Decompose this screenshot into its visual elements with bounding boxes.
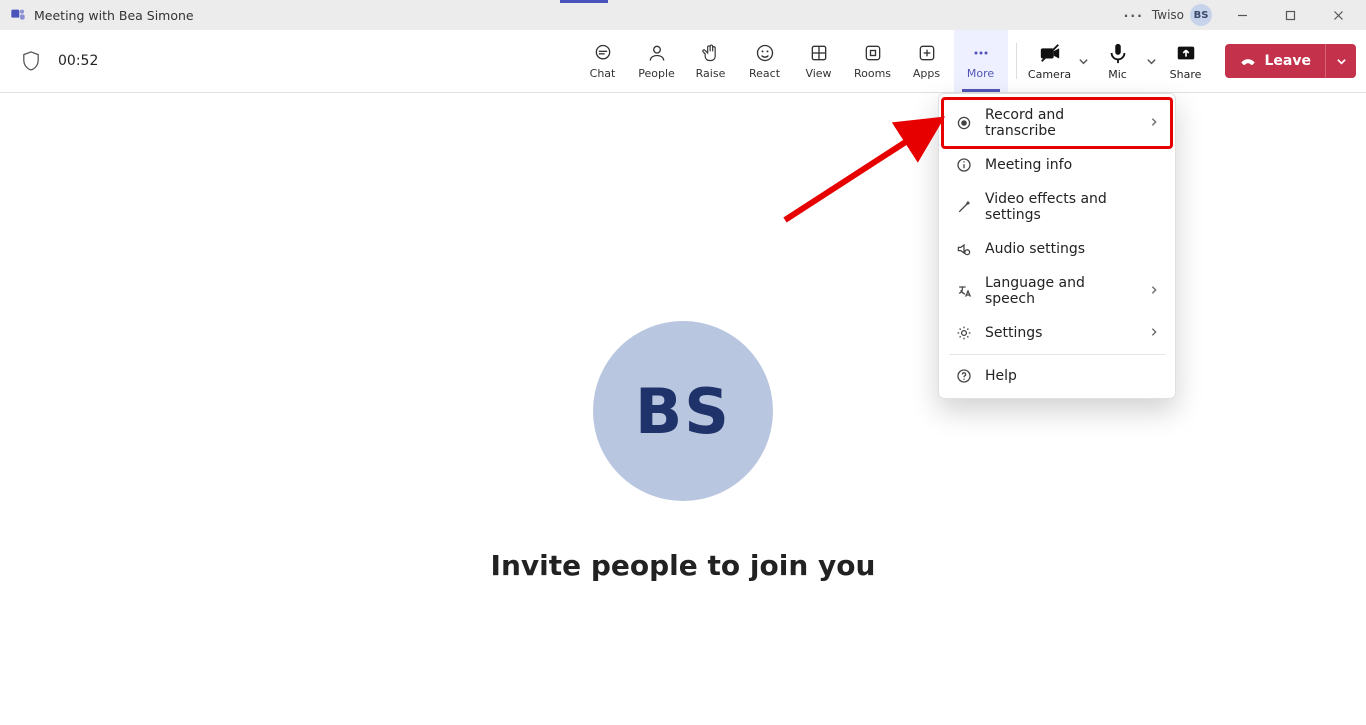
menu-video-effects[interactable]: Video effects and settings (943, 183, 1171, 231)
raise-button[interactable]: Raise (684, 30, 738, 92)
meeting-timer: 00:52 (58, 53, 98, 69)
submenu-chevron-icon (1149, 283, 1159, 299)
raise-label: Raise (696, 67, 726, 80)
chat-button[interactable]: Chat (576, 30, 630, 92)
info-icon (955, 156, 973, 174)
leave-label: Leave (1265, 53, 1311, 69)
menu-info-label: Meeting info (985, 157, 1072, 173)
window-maximize-button[interactable] (1268, 0, 1312, 30)
teams-logo-icon (10, 7, 26, 23)
participant-avatar: BS (593, 321, 773, 501)
invite-caption: Invite people to join you (491, 549, 876, 582)
leave-group: Leave (1225, 44, 1356, 78)
toolbar-divider (1016, 43, 1017, 79)
rooms-button[interactable]: Rooms (846, 30, 900, 92)
more-button[interactable]: More (954, 30, 1008, 92)
shield-icon[interactable] (22, 51, 40, 71)
menu-meeting-info[interactable]: Meeting info (943, 148, 1171, 182)
meeting-title: Meeting with Bea Simone (34, 8, 194, 23)
menu-record-transcribe[interactable]: Record and transcribe (943, 99, 1171, 147)
gear-icon (955, 324, 973, 342)
submenu-chevron-icon (1149, 115, 1159, 131)
apps-label: Apps (913, 67, 940, 80)
share-label: Share (1170, 68, 1202, 81)
chat-label: Chat (590, 67, 616, 80)
menu-settings-label: Settings (985, 325, 1042, 341)
record-icon (955, 114, 973, 132)
window-titlebar: Meeting with Bea Simone ··· Twiso BS (0, 0, 1366, 30)
meeting-toolbar: 00:52 Chat People Raise React View Rooms (0, 30, 1366, 93)
hangup-icon (1239, 52, 1257, 70)
leave-chevron[interactable] (1325, 44, 1356, 78)
more-title-icon[interactable]: ··· (1124, 8, 1144, 23)
camera-chevron[interactable] (1075, 30, 1093, 92)
people-label: People (638, 67, 675, 80)
window-minimize-button[interactable] (1220, 0, 1264, 30)
menu-help-label: Help (985, 368, 1017, 384)
menu-video-label: Video effects and settings (985, 191, 1159, 223)
accent-bar (560, 0, 608, 3)
menu-language-speech[interactable]: Language and speech (943, 267, 1171, 315)
menu-audio-settings[interactable]: Audio settings (943, 232, 1171, 266)
annotation-arrow (780, 115, 950, 225)
more-label: More (967, 67, 994, 80)
toolbar-actions: Chat People Raise React View Rooms Apps (576, 30, 1008, 92)
account-name: Twiso (1152, 8, 1184, 22)
leave-button[interactable]: Leave (1225, 44, 1325, 78)
view-label: View (805, 67, 831, 80)
rooms-label: Rooms (854, 67, 891, 80)
react-button[interactable]: React (738, 30, 792, 92)
account-avatar: BS (1190, 4, 1212, 26)
menu-divider (949, 354, 1165, 355)
camera-label: Camera (1028, 68, 1071, 81)
submenu-chevron-icon (1149, 325, 1159, 341)
people-button[interactable]: People (630, 30, 684, 92)
menu-record-label: Record and transcribe (985, 107, 1137, 139)
apps-button[interactable]: Apps (900, 30, 954, 92)
media-controls: Camera Mic Share (1025, 30, 1211, 92)
mic-chevron[interactable] (1143, 30, 1161, 92)
menu-help[interactable]: Help (943, 359, 1171, 393)
more-dropdown: Record and transcribe Meeting info Video… (938, 93, 1176, 399)
speaker-settings-icon (955, 240, 973, 258)
share-button[interactable]: Share (1161, 30, 1211, 92)
wand-icon (955, 198, 973, 216)
mic-button[interactable]: Mic (1093, 30, 1143, 92)
menu-language-label: Language and speech (985, 275, 1137, 307)
meeting-stage: BS Invite people to join you Record and … (0, 93, 1366, 725)
language-icon (955, 282, 973, 300)
camera-button[interactable]: Camera (1025, 30, 1075, 92)
view-button[interactable]: View (792, 30, 846, 92)
help-icon (955, 367, 973, 385)
window-close-button[interactable] (1316, 0, 1360, 30)
react-label: React (749, 67, 780, 80)
mic-label: Mic (1108, 68, 1127, 81)
menu-audio-label: Audio settings (985, 241, 1085, 257)
participant-initials: BS (635, 375, 731, 448)
menu-settings[interactable]: Settings (943, 316, 1171, 350)
account-pill[interactable]: Twiso BS (1148, 2, 1216, 28)
